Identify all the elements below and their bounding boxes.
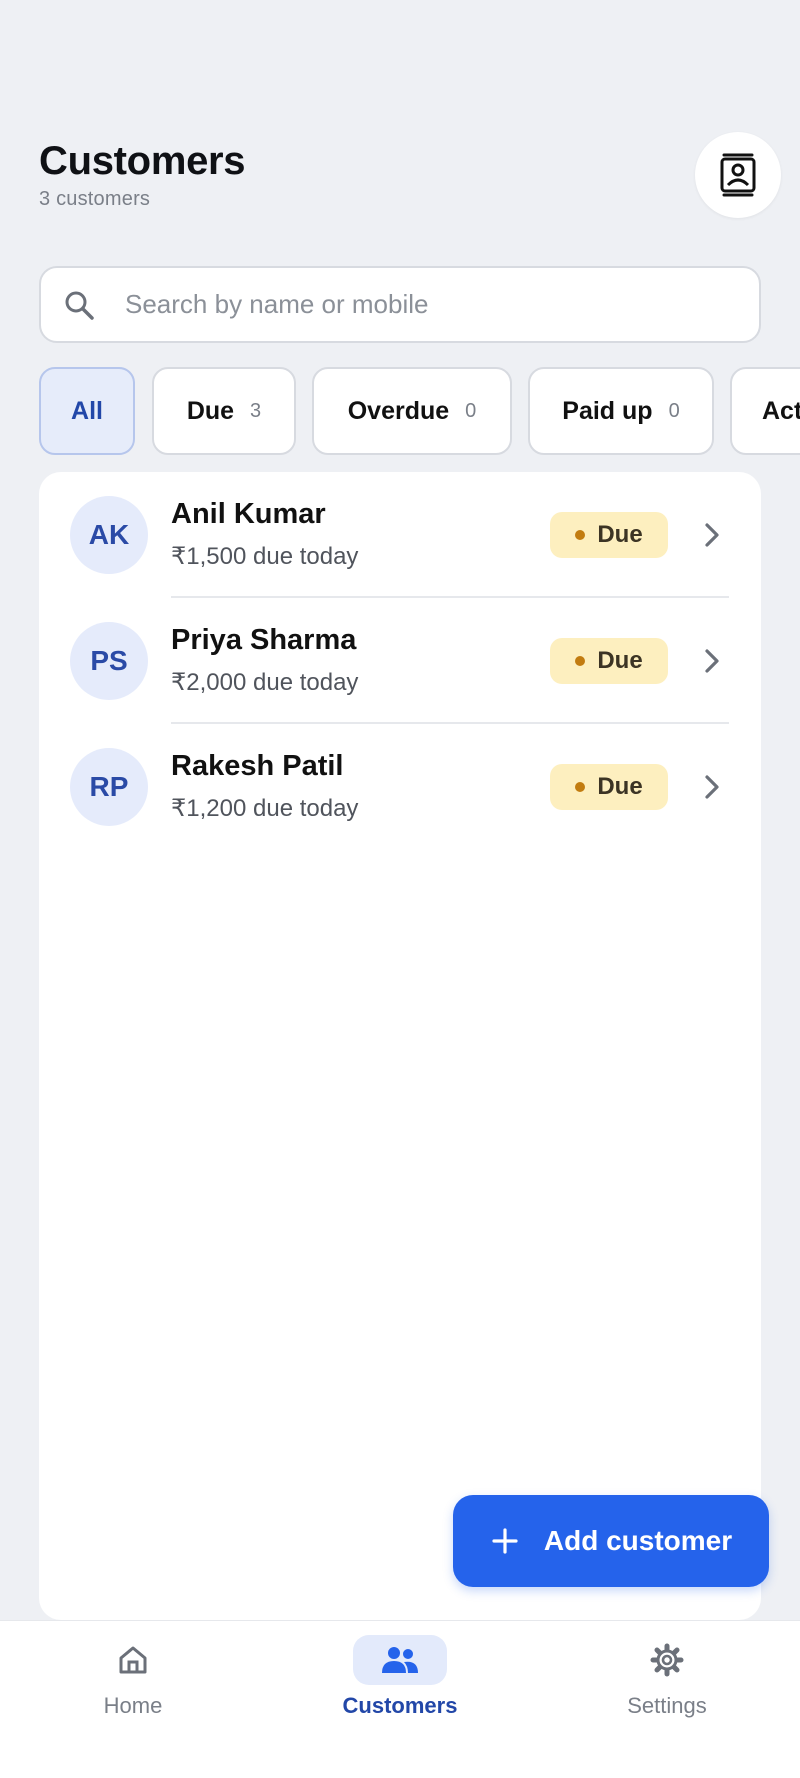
filter-chip-active[interactable]: Act	[730, 367, 800, 455]
status-dot-icon	[575, 782, 586, 792]
filter-chip-due[interactable]: Due 3	[152, 367, 296, 455]
customer-name: Priya Sharma	[171, 624, 357, 656]
home-icon	[119, 1646, 147, 1674]
chevron-right-icon	[705, 775, 719, 799]
filter-chip-label: Act	[762, 396, 800, 425]
nav-icon-container	[86, 1635, 180, 1685]
nav-label: Home	[103, 1693, 163, 1718]
avatar: PS	[70, 622, 148, 700]
search-bar[interactable]	[39, 266, 761, 343]
customer-row[interactable]: RP Rakesh Patil ₹1,200 due today Due	[39, 724, 761, 850]
chevron-right-icon	[705, 649, 719, 673]
filter-chip-all[interactable]: All	[39, 367, 135, 455]
add-customer-button[interactable]: Add customer	[453, 1495, 769, 1587]
status-badge: Due	[550, 764, 668, 810]
customer-name: Rakesh Patil	[171, 750, 344, 782]
people-icon	[382, 1647, 418, 1673]
filter-chips: All Due 3 Overdue 0 Paid up 0 Act	[39, 367, 800, 457]
status-badge-label: Due	[597, 647, 643, 674]
search-icon	[65, 291, 94, 320]
customer-name: Anil Kumar	[171, 498, 326, 530]
customers-screen: Customers 3 customers All Due 3 Overdue …	[0, 0, 800, 1778]
nav-item-home[interactable]: Home	[33, 1635, 233, 1735]
filter-chip-label: Due	[186, 396, 235, 425]
chevron-right-icon	[705, 523, 719, 547]
filter-chip-count: 0	[465, 399, 477, 422]
contacts-button[interactable]	[695, 132, 781, 218]
filter-chip-count: 3	[250, 399, 262, 422]
avatar: AK	[70, 496, 148, 574]
filter-chip-label: All	[71, 396, 103, 425]
customer-row[interactable]: PS Priya Sharma ₹2,000 due today Due	[39, 598, 761, 724]
add-customer-label: Add customer	[543, 1525, 733, 1556]
nav-label: Settings	[627, 1693, 707, 1718]
status-dot-icon	[575, 656, 586, 666]
nav-icon-container	[620, 1635, 714, 1685]
customer-list: AK Anil Kumar ₹1,500 due today Due PS Pr…	[39, 472, 761, 1620]
status-badge: Due	[550, 638, 668, 684]
status-badge-label: Due	[597, 773, 643, 800]
page-header: Customers 3 customers	[39, 138, 246, 211]
contact-book-icon	[720, 153, 756, 197]
filter-chip-label: Paid up	[562, 396, 653, 425]
plus-icon	[492, 1528, 518, 1554]
gear-icon	[650, 1643, 684, 1677]
bottom-nav: Home Customers Settings	[0, 1620, 800, 1778]
customer-count: 3 customers	[39, 188, 151, 210]
page-title: Customers	[39, 139, 246, 183]
filter-chip-count: 0	[668, 399, 680, 422]
status-badge-label: Due	[597, 521, 643, 548]
search-input[interactable]	[125, 289, 725, 320]
status-badge: Due	[550, 512, 668, 558]
customer-row[interactable]: AK Anil Kumar ₹1,500 due today Due	[39, 472, 761, 598]
nav-item-settings[interactable]: Settings	[567, 1635, 767, 1735]
customer-due: ₹1,200 due today	[171, 795, 359, 822]
filter-chip-overdue[interactable]: Overdue 0	[312, 367, 512, 455]
avatar: RP	[70, 748, 148, 826]
nav-label: Customers	[342, 1693, 458, 1718]
nav-item-customers[interactable]: Customers	[300, 1635, 500, 1735]
customer-due: ₹2,000 due today	[171, 669, 359, 696]
customer-due: ₹1,500 due today	[171, 543, 359, 570]
nav-icon-container	[353, 1635, 447, 1685]
filter-chip-paid-up[interactable]: Paid up 0	[528, 367, 714, 455]
filter-chip-label: Overdue	[347, 396, 450, 425]
status-dot-icon	[575, 530, 586, 540]
